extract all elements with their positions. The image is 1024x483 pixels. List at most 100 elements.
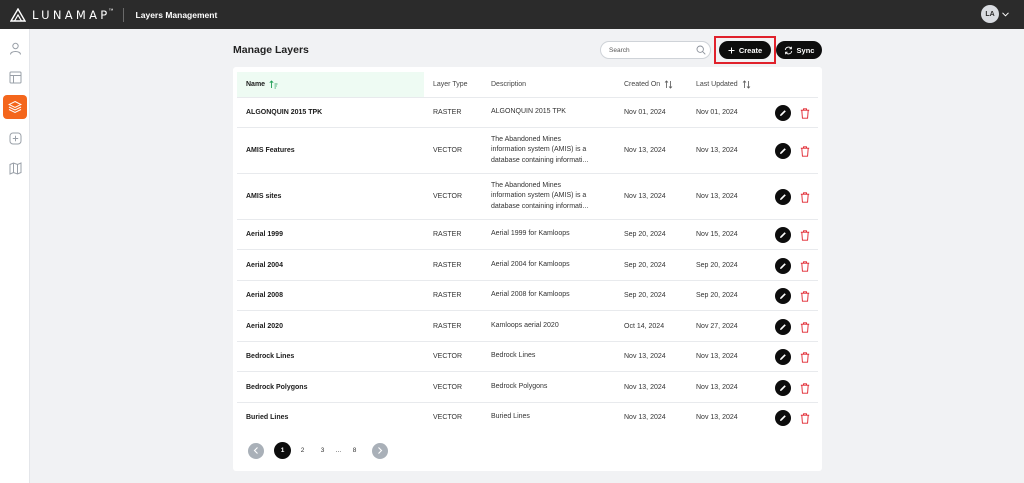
table-row[interactable]: Aerial 1999 RASTER Aerial 1999 for Kamloop… — [237, 219, 818, 249]
delete-button[interactable] — [799, 228, 811, 242]
chevron-down-icon[interactable] — [1002, 11, 1009, 17]
column-header-name[interactable]: Name — [237, 72, 424, 97]
top-bar: LUNAMAP ™ Layers Management LA — [0, 0, 1024, 29]
layer-type: VECTOR — [433, 193, 463, 200]
table-row[interactable]: Buried Lines VECTOR Buried Lines Nov 13, 20… — [237, 402, 818, 432]
search-box[interactable] — [600, 41, 711, 59]
edit-button[interactable] — [775, 410, 791, 426]
layer-type: RASTER — [433, 322, 462, 330]
layer-type: VECTOR — [433, 147, 463, 154]
delete-button[interactable] — [799, 190, 811, 204]
table-row[interactable]: Aerial 2020 RASTER Kamloops aerial 2020 Oct… — [237, 310, 818, 341]
sidebar-item-add[interactable] — [3, 126, 27, 150]
edit-button[interactable] — [775, 105, 791, 121]
column-header-created[interactable]: Created On — [624, 72, 673, 97]
pencil-icon — [780, 293, 786, 299]
table-row[interactable]: AMIS sites VECTOR The Abandoned Mines infor… — [237, 173, 818, 219]
chevron-right-icon — [378, 447, 383, 454]
pagination: 1 2 3... 8 — [248, 442, 388, 459]
delete-button[interactable] — [799, 381, 811, 395]
created-on: Oct 14, 2024 — [624, 322, 665, 330]
description-line: database containing informati... — [491, 156, 589, 164]
layer-name: AMIS sites — [246, 193, 282, 200]
prev-page-button[interactable] — [248, 442, 264, 459]
layer-type: VECTOR — [433, 353, 463, 360]
sidebar-item-maps[interactable] — [3, 156, 27, 180]
sort-ascending-icon[interactable] — [269, 80, 278, 89]
edit-button[interactable] — [775, 380, 791, 396]
delete-button[interactable] — [799, 106, 811, 120]
layer-type: RASTER — [433, 261, 462, 269]
table-row[interactable]: AMIS Features VECTOR The Abandoned Mines in… — [237, 127, 818, 173]
edit-button[interactable] — [775, 319, 791, 335]
column-header-name-label: Name — [246, 81, 266, 88]
sync-button-label: Sync — [796, 45, 815, 55]
sidebar-item-users[interactable] — [3, 36, 27, 60]
avatar[interactable]: LA — [981, 5, 999, 23]
create-button[interactable]: Create — [719, 41, 771, 59]
table-row[interactable]: Aerial 2008 RASTER Aerial 2008 for Kamloop… — [237, 280, 818, 310]
next-page-button[interactable] — [372, 442, 388, 459]
created-on: Nov 13, 2024 — [624, 353, 666, 360]
sort-icon[interactable] — [664, 80, 673, 89]
column-header-updated[interactable]: Last Updated — [696, 72, 751, 97]
column-header-description: Description — [491, 81, 527, 88]
layer-description: Buried Lines — [491, 403, 609, 432]
edit-button[interactable] — [775, 288, 791, 304]
trash-icon — [800, 260, 810, 272]
edit-button[interactable] — [775, 227, 791, 243]
search-input[interactable] — [609, 44, 694, 57]
column-header-updated-label: Last Updated — [696, 81, 738, 88]
description-line: information system (AMIS) is a — [491, 192, 587, 200]
page-number[interactable]: 8 — [346, 442, 363, 459]
logo[interactable]: LUNAMAP ™ — [10, 7, 114, 22]
layers-icon — [8, 100, 22, 114]
layer-name: Aerial 1999 — [246, 231, 283, 238]
page-number[interactable]: 3 — [314, 442, 331, 459]
sync-icon — [784, 46, 792, 54]
table-row[interactable]: ALGONQUIN 2015 TPK RASTER ALGONQUIN 2015 T… — [237, 97, 818, 127]
user-icon — [9, 42, 21, 55]
delete-button[interactable] — [799, 259, 811, 273]
description-line: Aerial 2004 for Kamloops — [491, 260, 570, 268]
trash-icon — [800, 191, 810, 203]
edit-button[interactable] — [775, 349, 791, 365]
delete-button[interactable] — [799, 144, 811, 158]
description-line: The Abandoned Mines — [491, 135, 562, 143]
table-row[interactable]: Aerial 2004 RASTER Aerial 2004 for Kamloop… — [237, 249, 818, 280]
layer-type: RASTER — [433, 109, 462, 116]
description-line: Bedrock Polygons — [491, 382, 548, 390]
description-line: Kamloops aerial 2020 — [491, 321, 559, 329]
description-line: Bedrock Lines — [491, 352, 536, 360]
edit-button[interactable] — [775, 258, 791, 274]
create-button-label: Create — [738, 45, 763, 55]
delete-button[interactable] — [799, 320, 811, 334]
trash-icon — [800, 145, 810, 157]
delete-button[interactable] — [799, 289, 811, 303]
table-row[interactable]: Bedrock Polygons VECTOR Bedrock Polygons No… — [237, 371, 818, 402]
layer-description: Aerial 2008 for Kamloops — [491, 281, 609, 310]
sync-button[interactable]: Sync — [776, 41, 822, 59]
user-menu[interactable]: LA — [981, 5, 1009, 23]
last-updated: Nov 13, 2024 — [696, 193, 738, 200]
logo-text: LUNAMAP — [32, 7, 111, 22]
page-number[interactable]: 1 — [274, 442, 291, 459]
sidebar-item-dashboard[interactable] — [3, 65, 27, 89]
delete-button[interactable] — [799, 350, 811, 364]
delete-button[interactable] — [799, 411, 811, 425]
edit-button[interactable] — [775, 143, 791, 159]
table-row[interactable]: Bedrock Lines VECTOR Bedrock Lines Nov 13, … — [237, 341, 818, 371]
last-updated: Nov 27, 2024 — [696, 322, 738, 330]
page-number[interactable]: 2 — [294, 442, 311, 459]
created-on: Nov 13, 2024 — [624, 147, 666, 154]
edit-button[interactable] — [775, 189, 791, 205]
sort-icon[interactable] — [742, 80, 751, 89]
sidebar-item-layers[interactable] — [3, 95, 27, 119]
search-icon[interactable] — [696, 45, 706, 55]
layer-type: RASTER — [433, 292, 462, 299]
created-on: Nov 01, 2024 — [624, 109, 666, 116]
layer-name: Aerial 2004 — [246, 261, 283, 269]
description-line: Aerial 1999 for Kamloops — [491, 230, 570, 238]
pencil-icon — [780, 148, 786, 154]
created-on: Nov 13, 2024 — [624, 193, 666, 200]
